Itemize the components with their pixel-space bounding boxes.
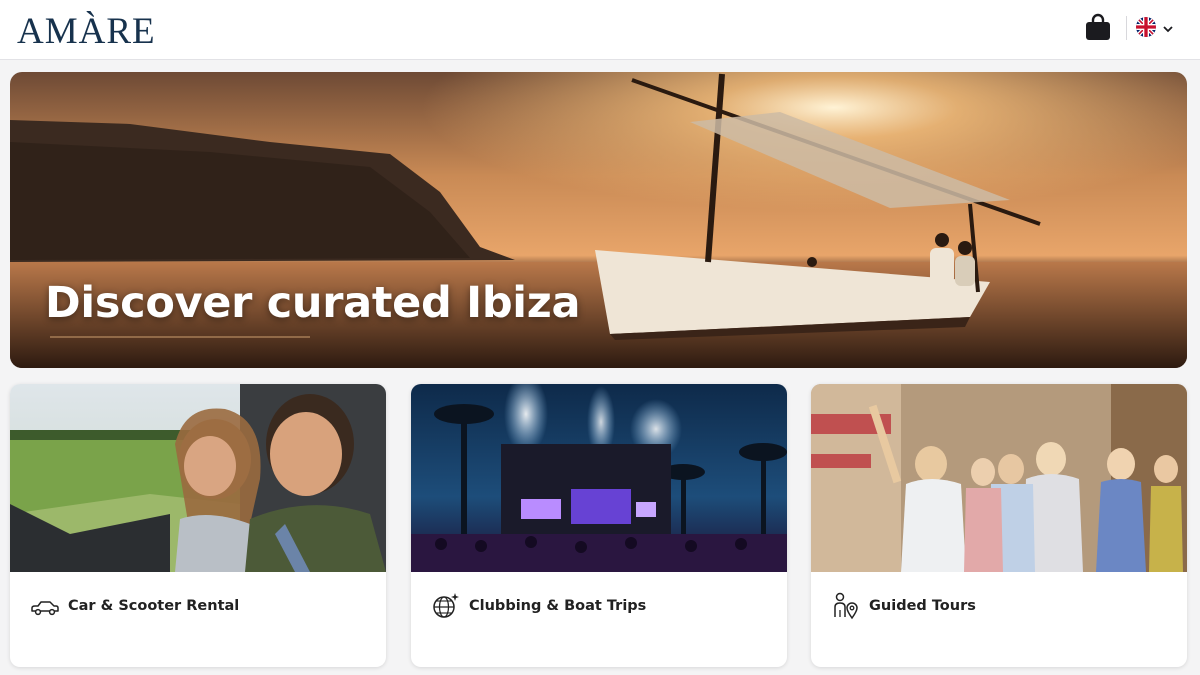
category-label: Clubbing & Boat Trips (469, 598, 647, 614)
car-rental-photo (10, 384, 386, 572)
person-location-icon (831, 592, 861, 620)
language-selector[interactable] (1136, 16, 1180, 38)
category-card-car-rental[interactable]: Car & Scooter Rental (10, 384, 386, 667)
category-card-guided-tours[interactable]: Guided Tours (811, 384, 1187, 667)
site-header: AMÀRE (0, 0, 1200, 60)
shopping-bag-icon[interactable] (1085, 13, 1111, 41)
uk-flag-icon (1136, 17, 1156, 37)
category-label: Guided Tours (869, 598, 976, 614)
guided-tours-photo (811, 384, 1187, 572)
brand-logo[interactable]: AMÀRE (17, 10, 156, 54)
chevron-down-icon (1162, 21, 1174, 33)
car-icon (30, 594, 60, 620)
hero-banner[interactable]: Discover curated Ibiza (10, 72, 1187, 368)
disco-ball-icon (431, 593, 461, 620)
clubbing-photo (411, 384, 787, 572)
category-card-clubbing[interactable]: Clubbing & Boat Trips (411, 384, 787, 667)
hero-title: Discover curated Ibiza (45, 278, 581, 328)
header-divider (1126, 16, 1127, 40)
category-label: Car & Scooter Rental (68, 598, 240, 614)
